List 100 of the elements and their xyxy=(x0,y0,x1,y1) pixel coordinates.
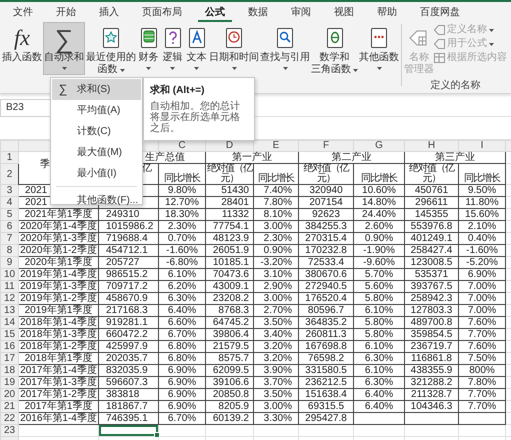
table-cell: 320940 xyxy=(298,184,354,196)
ribbon-button[interactable]: 财务 xyxy=(137,22,160,74)
table-cell: 660472.2 xyxy=(98,328,158,340)
row-header[interactable]: 12 xyxy=(0,292,18,304)
table-cell: 258942.3 xyxy=(404,292,458,304)
empty-cell[interactable] xyxy=(458,424,506,436)
row-header[interactable]: 11 xyxy=(0,280,18,292)
table-cell: 2020年第1季度 xyxy=(18,256,98,268)
empty-cell[interactable] xyxy=(254,424,298,436)
ribbon-button[interactable]: 最近使用的 函数 xyxy=(86,22,136,78)
table-cell: 92623 xyxy=(298,208,354,220)
table-cell: 2018年第1-4季度 xyxy=(18,316,98,328)
table-cell: 3.40% xyxy=(254,328,298,340)
ribbon-tab[interactable]: 审阅 xyxy=(284,2,318,20)
ribbon-tab[interactable]: 插入 xyxy=(92,2,126,20)
row-header[interactable]: 18 xyxy=(0,364,18,376)
table-cell: 23208.2 xyxy=(206,292,254,304)
table-cell: 380670.6 xyxy=(298,268,354,280)
table-cell: 746395.1 xyxy=(98,412,158,424)
ribbon-tab[interactable]: 帮助 xyxy=(370,2,404,20)
table-cell: 6.90% xyxy=(458,268,506,280)
ribbon-button[interactable]: ∑ 自动求和 xyxy=(43,22,85,75)
table-cell: 同比增长 xyxy=(254,164,298,184)
ribbon-button[interactable]: 逻辑 xyxy=(161,22,184,74)
table-cell: 3.00% xyxy=(254,292,298,304)
ribbon-button[interactable]: 其他函数 xyxy=(359,22,399,74)
row-header[interactable]: 9 xyxy=(0,256,18,268)
table-cell: 321288.2 xyxy=(404,376,458,388)
ribbon-tab[interactable]: 百度网盘 xyxy=(413,2,467,20)
table-cell: 359854.5 xyxy=(404,328,458,340)
row-header[interactable]: 17 xyxy=(0,352,18,364)
selected-cell[interactable] xyxy=(98,424,158,436)
row-header[interactable]: 15 xyxy=(0,328,18,340)
menu-item[interactable]: ∑ 求和(S) xyxy=(52,79,141,100)
dots-book-icon xyxy=(368,27,390,49)
row-header[interactable]: 3 xyxy=(0,184,18,196)
table-cell: 8.10% xyxy=(254,208,298,220)
table-cell: 7.40% xyxy=(254,184,298,196)
table-cell: -1.60% xyxy=(158,244,206,256)
row-header[interactable]: 8 xyxy=(0,244,18,256)
table-cell: 69315.5 xyxy=(298,400,354,412)
empty-cell[interactable] xyxy=(298,424,354,436)
row-header[interactable]: 10 xyxy=(0,268,18,280)
ribbon-button[interactable]: 日期和时间 xyxy=(209,22,259,74)
ribbon-tab[interactable]: 开始 xyxy=(49,2,83,20)
table-cell: 3.70% xyxy=(254,376,298,388)
ribbon-button[interactable]: 查找与引用 xyxy=(260,22,310,74)
table-cell: 6.90% xyxy=(158,388,206,400)
ribbon-button[interactable]: 数学和 三角函数 xyxy=(311,22,358,78)
table-cell: 3.90% xyxy=(254,364,298,376)
row-header[interactable]: 13 xyxy=(0,304,18,316)
ribbon-button[interactable]: 文本 xyxy=(185,22,208,74)
row-header[interactable]: 1 xyxy=(0,152,18,164)
table-cell: 7.70% xyxy=(458,400,506,412)
row-header[interactable]: 20 xyxy=(0,388,18,400)
table-cell: -1.90% xyxy=(354,244,404,256)
table-cell: -3.20% xyxy=(254,256,298,268)
table-cell: 6.90% xyxy=(158,376,206,388)
empty-cell[interactable] xyxy=(404,424,458,436)
table-cell: 10185.1 xyxy=(206,256,254,268)
row-header[interactable]: 7 xyxy=(0,232,18,244)
table-cell: 77754.1 xyxy=(206,220,254,232)
table-cell: 236212.5 xyxy=(298,376,354,388)
row-header[interactable]: 5 xyxy=(0,208,18,220)
column-header[interactable]: H xyxy=(404,140,458,152)
empty-cell[interactable] xyxy=(354,424,404,436)
table-cell: 5.80% xyxy=(354,328,404,340)
fill-handle[interactable] xyxy=(154,432,160,438)
row-header[interactable]: 19 xyxy=(0,376,18,388)
row-header[interactable]: 2 xyxy=(0,164,18,184)
table-cell: 211328.7 xyxy=(404,388,458,400)
table-cell: 8768.3 xyxy=(206,304,254,316)
ribbon-button[interactable]: fx 插入函数 xyxy=(2,22,42,66)
table-cell: 127803.3 xyxy=(404,304,458,316)
table-cell: 7.70% xyxy=(458,328,506,340)
row-header[interactable]: 4 xyxy=(0,196,18,208)
column-header[interactable]: E xyxy=(254,140,298,152)
table-cell: 709717.2 xyxy=(98,280,158,292)
row-header[interactable]: 22 xyxy=(0,412,18,424)
table-cell: 6.80% xyxy=(158,340,206,352)
ribbon-tab[interactable]: 页面布局 xyxy=(135,2,189,20)
menu-item[interactable]: 计数(C) xyxy=(52,121,141,142)
magnifier-book-icon xyxy=(274,27,296,49)
table-cell: 249310 xyxy=(98,208,158,220)
row-header[interactable]: 23 xyxy=(0,424,18,436)
row-header[interactable]: 6 xyxy=(0,220,18,232)
column-header[interactable]: I xyxy=(458,140,506,152)
empty-cell[interactable] xyxy=(158,424,206,436)
empty-cell[interactable] xyxy=(206,424,254,436)
tag-icon xyxy=(434,39,445,49)
ribbon-tab[interactable]: 数据 xyxy=(241,2,275,20)
row-header[interactable]: 14 xyxy=(0,316,18,328)
ribbon-tab[interactable]: 视图 xyxy=(327,2,361,20)
table-cell: 0.90% xyxy=(354,232,404,244)
table-cell: 2017年第1季度 xyxy=(18,400,98,412)
row-header[interactable]: 21 xyxy=(0,400,18,412)
ribbon-tab[interactable]: 文件 xyxy=(6,2,40,20)
column-header[interactable]: G xyxy=(354,140,404,152)
row-header[interactable]: 16 xyxy=(0,340,18,352)
column-header[interactable]: F xyxy=(298,140,354,152)
